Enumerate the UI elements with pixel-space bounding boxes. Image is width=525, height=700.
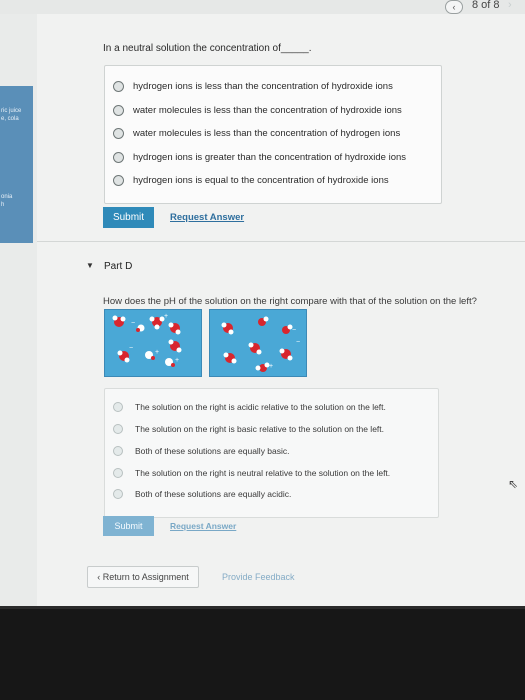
ion-charge-label: − <box>131 320 135 327</box>
side-fragment-3: onia <box>1 194 13 200</box>
prev-item-button[interactable]: ‹ <box>445 0 463 14</box>
option-d-5[interactable]: Both of these solutions are equally acid… <box>113 485 291 503</box>
option-d-3[interactable]: Both of these solutions are equally basi… <box>113 442 290 460</box>
bezel-edge <box>0 606 525 609</box>
option-d-2[interactable]: The solution on the right is basic relat… <box>113 420 384 438</box>
ion-charge-label: − <box>292 327 296 334</box>
option-label: Both of these solutions are equally acid… <box>135 489 292 499</box>
radio-button[interactable] <box>113 104 124 116</box>
water-molecule <box>168 339 182 353</box>
radio-button[interactable] <box>113 174 124 186</box>
part-d-prompt: How does the pH of the solution on the r… <box>103 296 477 307</box>
option-c-3[interactable]: water molecules is less than the concent… <box>113 124 400 142</box>
left-solution-figure: + − + + − <box>104 309 202 377</box>
side-fragment-4: h <box>1 202 5 208</box>
hydroxide-ion <box>136 324 145 332</box>
radio-button[interactable] <box>113 80 124 92</box>
monitor-bezel <box>0 606 525 700</box>
hydronium-ion <box>165 358 175 367</box>
radio-button[interactable] <box>113 151 124 163</box>
option-label: The solution on the right is basic relat… <box>135 424 385 434</box>
option-label: water molecules is less than the concent… <box>133 104 402 116</box>
water-molecule <box>117 350 130 363</box>
option-label: hydrogen ions is greater than the concen… <box>133 151 407 163</box>
request-answer-link-d[interactable]: Request Answer <box>170 521 236 531</box>
return-to-assignment-button[interactable]: ‹ Return to Assignment <box>87 566 199 588</box>
question-c-prompt: In a neutral solution the concentration … <box>103 43 312 54</box>
hydronium-ion <box>149 316 165 330</box>
section-divider <box>37 241 525 242</box>
right-solution-drawing: − + − <box>221 316 300 372</box>
radio-button[interactable] <box>113 402 123 412</box>
side-fragment-1: ric juice <box>1 108 22 114</box>
part-d-options: The solution on the right is acidic rela… <box>104 388 439 518</box>
submit-button-d[interactable]: Submit <box>103 516 154 536</box>
right-solution-figure: − + − <box>209 309 307 377</box>
option-label: hydrogen ions is less than the concentra… <box>133 80 393 92</box>
water-molecule <box>112 315 126 327</box>
collapse-arrow-icon[interactable]: ▼ <box>86 261 94 270</box>
water-molecule <box>279 348 293 361</box>
hydroxide-ion <box>282 324 293 334</box>
option-label: water molecules is less than the concent… <box>133 127 401 139</box>
option-label: hydrogen ions is equal to the concentrat… <box>133 174 389 186</box>
ion-charge-label: + <box>164 313 168 320</box>
next-item-button[interactable]: › <box>508 0 512 11</box>
radio-button[interactable] <box>113 489 123 499</box>
ion-charge-label: − <box>296 339 300 346</box>
water-molecule <box>248 342 262 355</box>
radio-button[interactable] <box>113 424 123 434</box>
water-molecule <box>223 352 237 364</box>
side-fragment-2: e, cola <box>1 116 19 122</box>
option-c-2[interactable]: water molecules is less than the concent… <box>113 101 402 119</box>
option-label: The solution on the right is neutral rel… <box>135 468 391 478</box>
ion-charge-label: + <box>155 349 159 356</box>
option-label: The solution on the right is acidic rela… <box>135 402 386 412</box>
radio-button[interactable] <box>113 446 123 456</box>
ion-charge-label: + <box>175 357 179 364</box>
water-molecule <box>168 322 181 335</box>
ion-charge-label: + <box>269 363 273 370</box>
option-c-1[interactable]: hydrogen ions is less than the concentra… <box>113 77 393 95</box>
hydronium-ion <box>145 351 155 360</box>
request-answer-link-c[interactable]: Request Answer <box>170 212 244 223</box>
option-d-4[interactable]: The solution on the right is neutral rel… <box>113 464 390 482</box>
hydroxide-ion <box>258 316 269 326</box>
provide-feedback-link[interactable]: Provide Feedback <box>222 572 295 582</box>
option-d-1[interactable]: The solution on the right is acidic rela… <box>113 398 386 416</box>
item-counter: 8 of 8 <box>472 0 500 11</box>
submit-button-c[interactable]: Submit <box>103 207 154 228</box>
side-reference-panel: ric juice e, cola onia h <box>0 86 33 243</box>
water-molecule <box>221 322 234 335</box>
option-c-4[interactable]: hydrogen ions is greater than the concen… <box>113 148 406 166</box>
part-d-title[interactable]: Part D <box>104 261 132 272</box>
radio-button[interactable] <box>113 468 123 478</box>
mouse-cursor-icon: ⇖ <box>508 477 519 491</box>
option-c-5[interactable]: hydrogen ions is equal to the concentrat… <box>113 171 389 189</box>
ion-charge-label: − <box>129 345 133 352</box>
left-solution-drawing: + − + + − <box>112 313 182 367</box>
hydronium-ion <box>255 362 270 372</box>
option-label: Both of these solutions are equally basi… <box>135 446 290 456</box>
radio-button[interactable] <box>113 127 124 139</box>
question-c-options: hydrogen ions is less than the concentra… <box>104 65 442 204</box>
